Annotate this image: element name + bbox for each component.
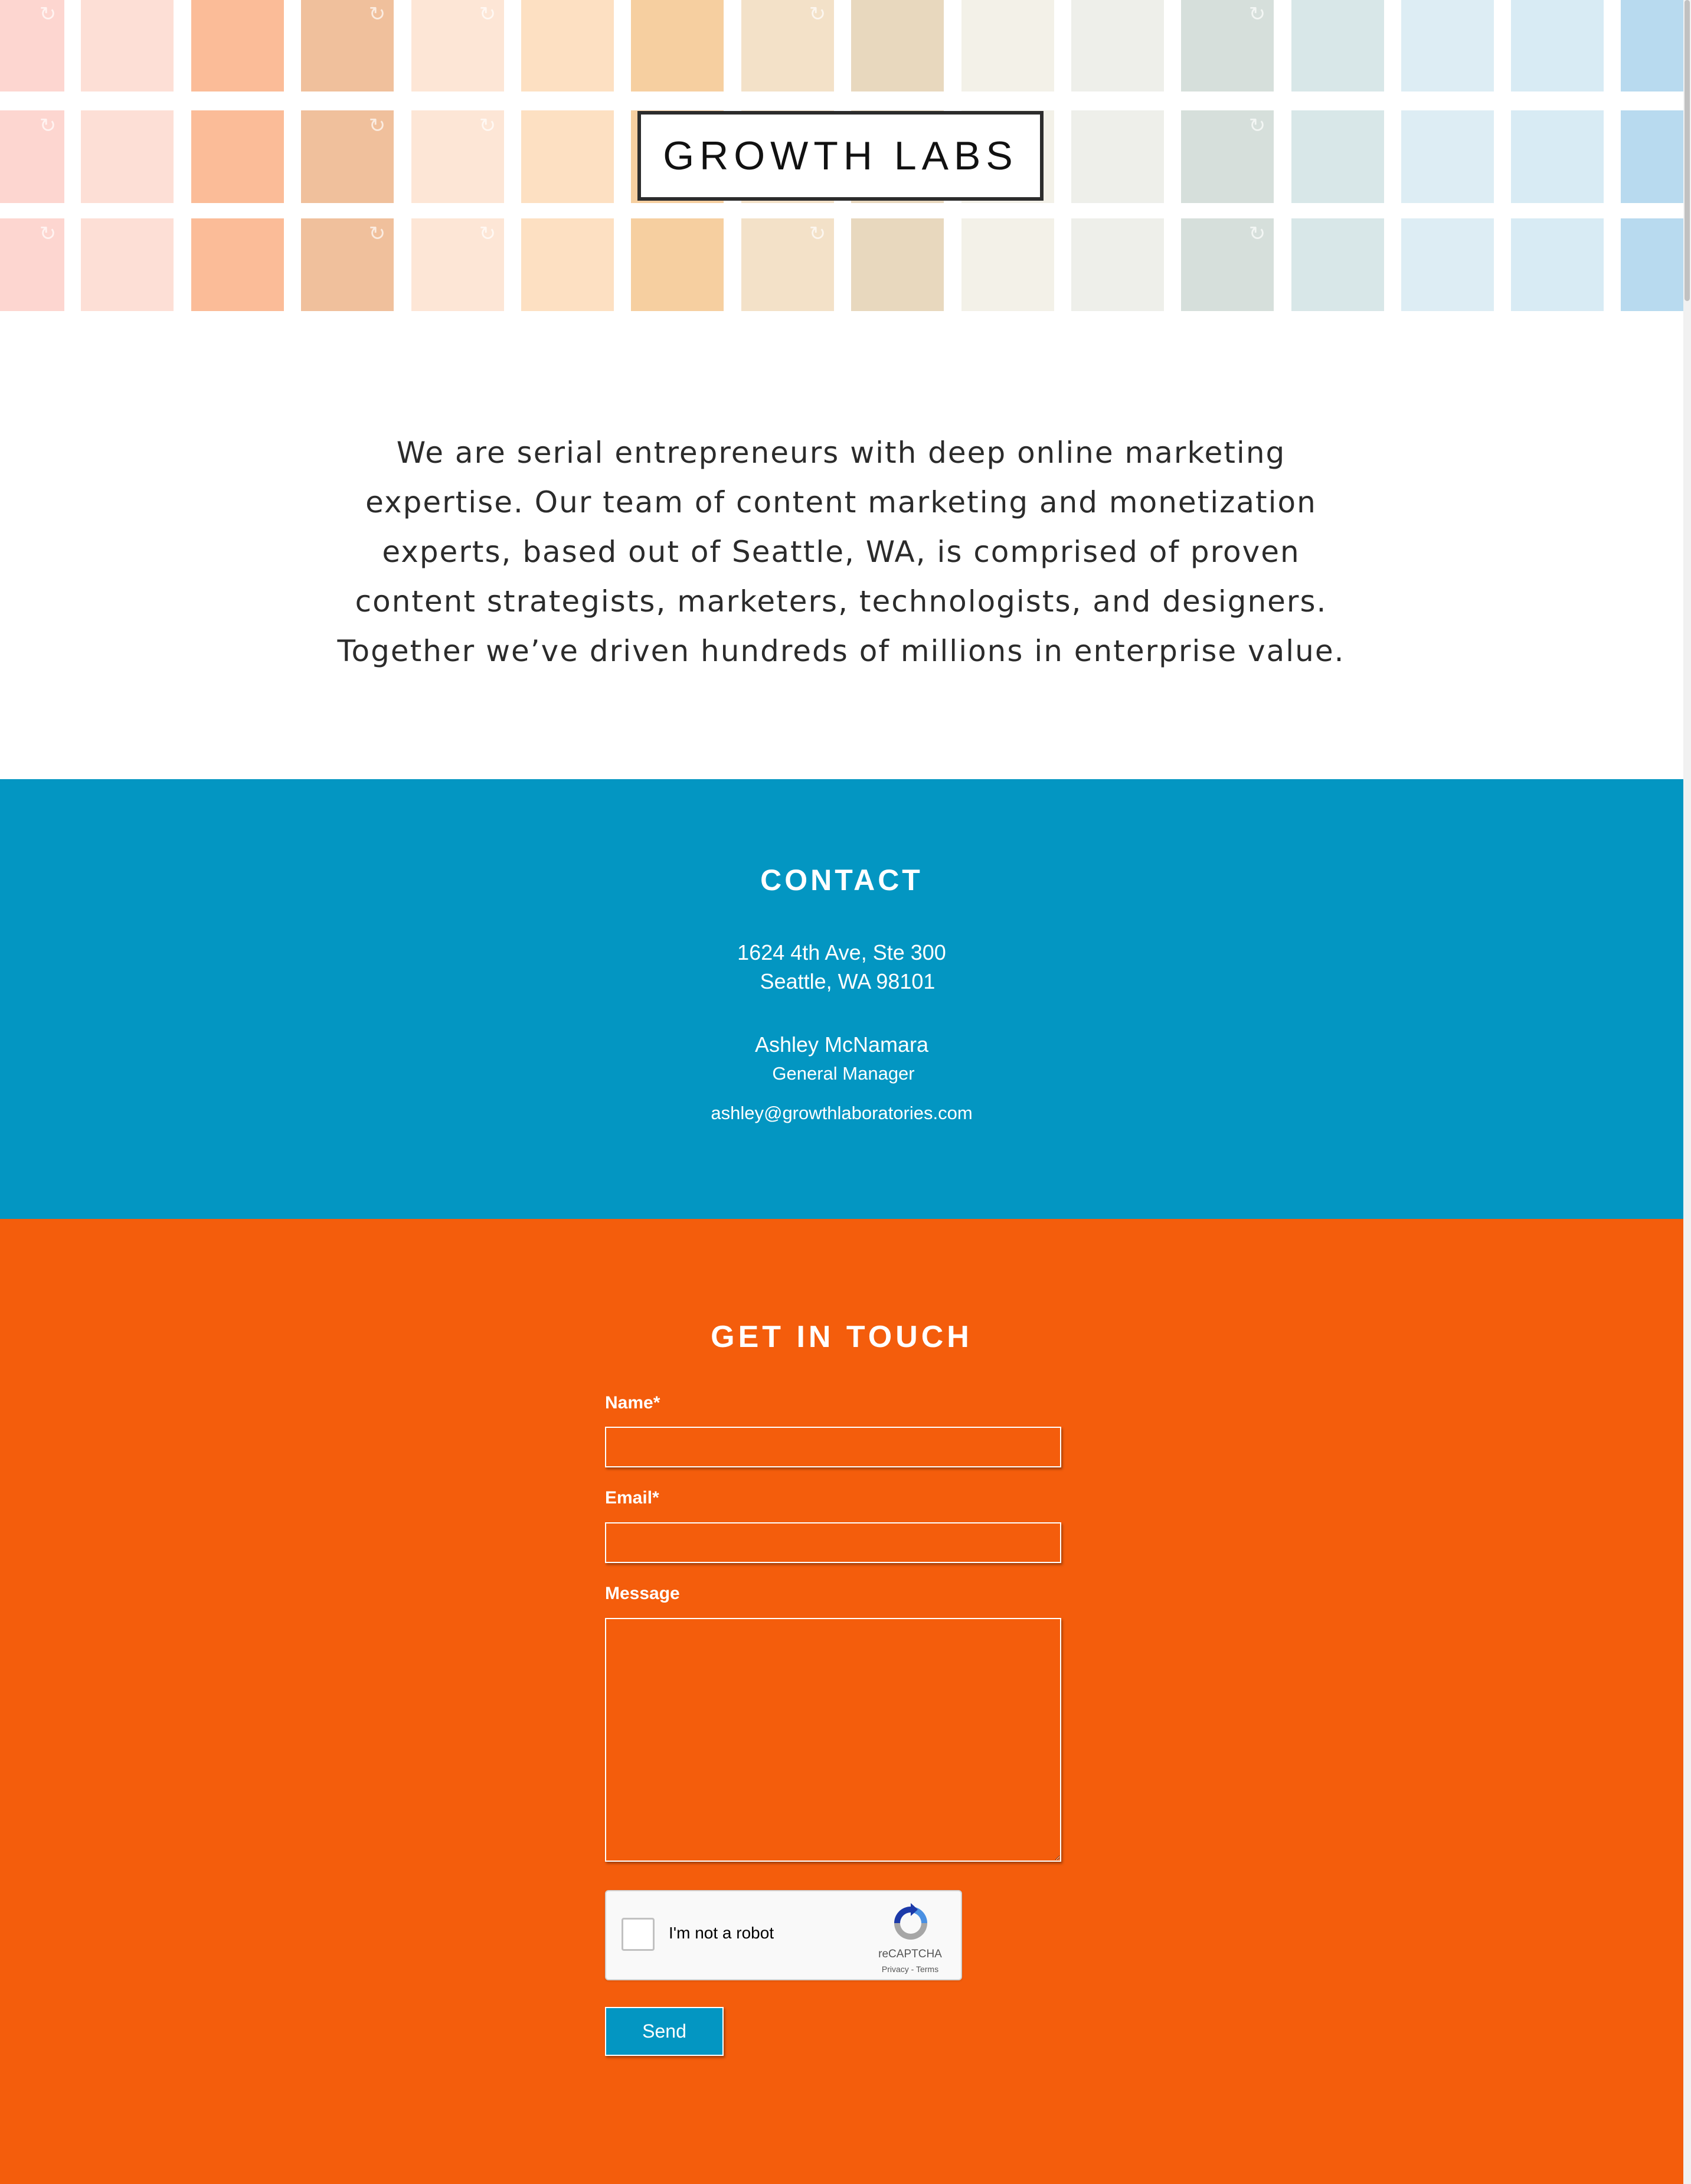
- banner-tile: [1291, 110, 1384, 203]
- tile-watermark-icon: ↻: [368, 114, 386, 138]
- tile-watermark-icon: ↻: [39, 114, 57, 138]
- banner-tile: [191, 110, 284, 203]
- banner-tile: [1071, 0, 1164, 91]
- banner-tile: ↻: [1621, 218, 1683, 311]
- banner-tile: [631, 218, 724, 311]
- tile-watermark-icon: ↻: [1248, 222, 1266, 246]
- banner-tile: ↻: [301, 110, 394, 203]
- about-text: We are serial entrepreneurs with deep on…: [337, 436, 1345, 668]
- banner-tile: [1511, 0, 1604, 91]
- send-button[interactable]: Send: [605, 2007, 724, 2056]
- banner-tile: [1071, 218, 1164, 311]
- banner-tile: ↻: [1621, 0, 1683, 91]
- banner-tile: [1291, 0, 1384, 91]
- banner-tile: ↻: [411, 110, 504, 203]
- tile-watermark-icon: ↻: [479, 114, 496, 138]
- banner-tile: [81, 218, 174, 311]
- header-banner: ↻↻↻↻↻↻↻↻↻↻↻↻↻↻↻↻↻↻ GROWTH LABS: [0, 0, 1683, 313]
- banner-tile: [1401, 218, 1494, 311]
- tile-watermark-icon: ↻: [1248, 114, 1266, 138]
- tile-watermark-icon: ↻: [368, 2, 386, 26]
- banner-tile: [1511, 218, 1604, 311]
- scrollbar[interactable]: [1683, 0, 1691, 2184]
- banner-tile: [1511, 110, 1604, 203]
- tile-watermark-icon: ↻: [809, 2, 826, 26]
- scrollbar-thumb[interactable]: [1685, 0, 1690, 301]
- contact-email-link[interactable]: ashley@growthlaboratories.com: [711, 1103, 972, 1123]
- banner-tile: ↻: [741, 0, 834, 91]
- tile-watermark-icon: ↻: [479, 222, 496, 246]
- banner-tile: [81, 110, 174, 203]
- address-line-2: Seattle, WA 98101: [760, 969, 936, 993]
- page: ↻↻↻↻↻↻↻↻↻↻↻↻↻↻↻↻↻↻ GROWTH LABS We are se…: [0, 0, 1691, 2184]
- recaptcha-label: I'm not a robot: [669, 1924, 774, 1942]
- get-in-touch-heading: GET IN TOUCH: [711, 1320, 973, 1354]
- recaptcha-logo-icon: [894, 1903, 927, 1940]
- recaptcha-privacy-link[interactable]: Privacy: [882, 1964, 909, 1974]
- banner-tile: [851, 218, 944, 311]
- banner-tile: ↻: [0, 110, 64, 203]
- contact-person-name: Ashley McNamara: [754, 1032, 929, 1057]
- banner-tile: [851, 0, 944, 91]
- email-field[interactable]: [605, 1522, 1061, 1563]
- recaptcha-checkbox[interactable]: [622, 1918, 655, 1951]
- banner-tile: ↻: [1181, 0, 1274, 91]
- banner-tile: [521, 0, 614, 91]
- contact-section: CONTACT 1624 4th Ave, Ste 300 Seattle, W…: [0, 779, 1683, 1219]
- banner-tile: ↻: [1181, 218, 1274, 311]
- site-logo[interactable]: GROWTH LABS: [637, 111, 1044, 201]
- banner-tile: [631, 0, 724, 91]
- email-label: Email*: [605, 1488, 659, 1508]
- contact-person-role: General Manager: [772, 1063, 915, 1084]
- banner-tile: ↻: [1181, 110, 1274, 203]
- tile-watermark-icon: ↻: [479, 2, 496, 26]
- contact-heading: CONTACT: [760, 864, 923, 897]
- message-label: Message: [605, 1584, 680, 1603]
- banner-tile: [191, 0, 284, 91]
- contact-email-wrapper: ashley@growthlaboratories.com: [0, 1103, 1683, 1124]
- banner-tile: ↻: [741, 218, 834, 311]
- banner-tile: [961, 0, 1054, 91]
- banner-tile: ↻: [1621, 110, 1683, 203]
- tile-watermark-icon: ↻: [39, 222, 57, 246]
- banner-tile: ↻: [411, 218, 504, 311]
- banner-tile: ↻: [411, 0, 504, 91]
- recaptcha-brand: reCAPTCHA: [878, 1948, 942, 1960]
- tile-watermark-icon: ↻: [1248, 2, 1266, 26]
- recaptcha-widget: I'm not a robot reCAPTCHA Privacy - Term…: [605, 1890, 962, 1980]
- banner-tile: [1291, 218, 1384, 311]
- recaptcha-terms-link[interactable]: Terms: [916, 1964, 938, 1974]
- banner-tile: [1401, 110, 1494, 203]
- banner-tile: [1071, 110, 1164, 203]
- banner-tile: [191, 218, 284, 311]
- banner-tile: ↻: [301, 218, 394, 311]
- banner-tile: [961, 218, 1054, 311]
- recaptcha-link-separator: -: [908, 1964, 916, 1974]
- banner-tile: [521, 218, 614, 311]
- tile-watermark-icon: ↻: [809, 222, 826, 246]
- about-section: We are serial entrepreneurs with deep on…: [0, 313, 1683, 779]
- banner-tile: ↻: [0, 218, 64, 311]
- name-field[interactable]: [605, 1427, 1061, 1467]
- message-field[interactable]: [605, 1618, 1061, 1862]
- banner-tile: ↻: [301, 0, 394, 91]
- name-label: Name*: [605, 1393, 660, 1413]
- site-logo-text: GROWTH LABS: [663, 133, 1018, 178]
- banner-tile: [1401, 0, 1494, 91]
- banner-tile: [81, 0, 174, 91]
- recaptcha-links: Privacy - Terms: [866, 1964, 954, 1974]
- tile-watermark-icon: ↻: [39, 2, 57, 26]
- banner-tile: ↻: [0, 0, 64, 91]
- tile-watermark-icon: ↻: [368, 222, 386, 246]
- get-in-touch-section: GET IN TOUCH Name* Email* Message I'm no…: [0, 1219, 1683, 2184]
- banner-tile: [521, 110, 614, 203]
- address-line-1: 1624 4th Ave, Ste 300: [737, 940, 946, 965]
